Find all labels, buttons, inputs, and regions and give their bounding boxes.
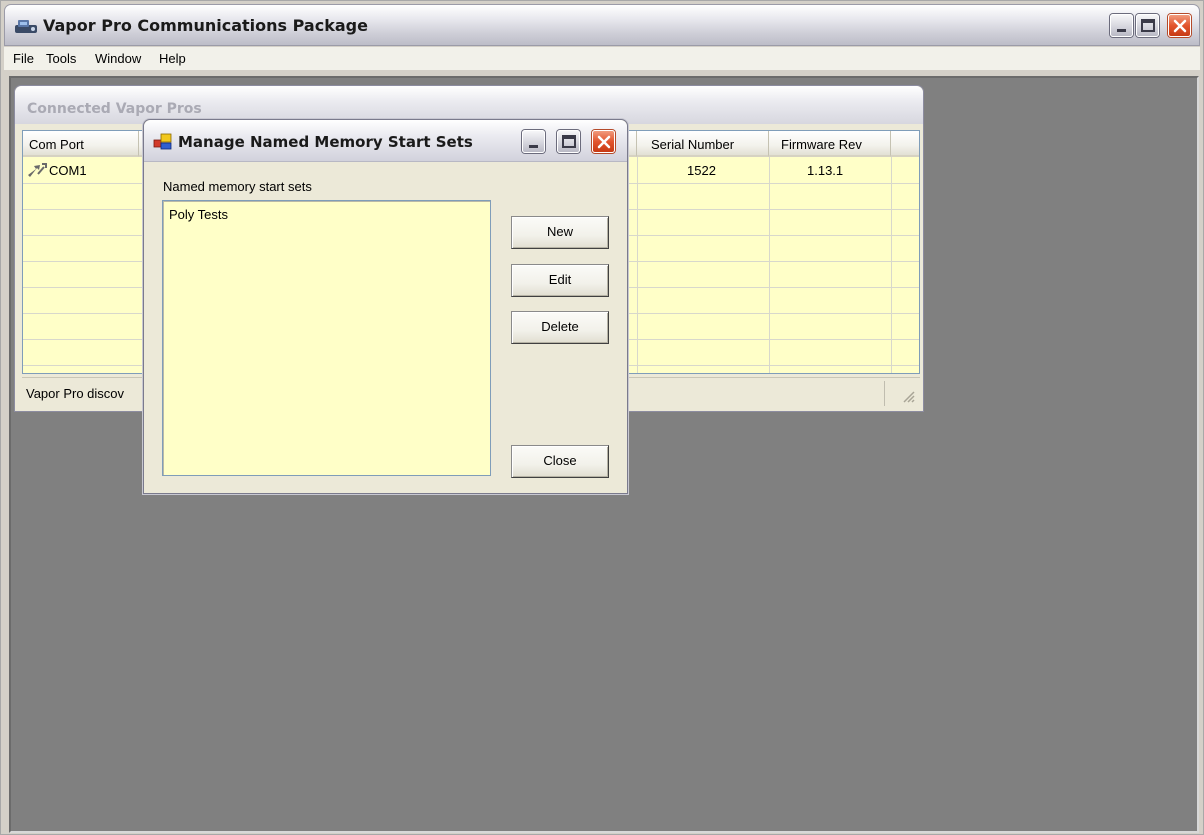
grid-column-divider bbox=[769, 157, 770, 373]
dialog-maximize-button[interactable] bbox=[557, 130, 580, 153]
maximize-icon bbox=[1141, 19, 1155, 32]
minimize-icon bbox=[1117, 29, 1126, 32]
close-icon bbox=[597, 135, 611, 149]
com-port-cell: COM1 bbox=[49, 163, 87, 178]
menu-file[interactable]: File bbox=[13, 51, 34, 66]
maximize-icon bbox=[562, 135, 576, 148]
close-button[interactable] bbox=[1168, 14, 1191, 37]
minimize-button[interactable] bbox=[1110, 14, 1133, 37]
menu-window[interactable]: Window bbox=[95, 51, 141, 66]
new-button[interactable]: New bbox=[511, 216, 609, 249]
close-dialog-button[interactable]: Close bbox=[511, 445, 609, 478]
main-titlebar[interactable]: Vapor Pro Communications Package bbox=[4, 4, 1200, 46]
connection-icon bbox=[26, 161, 48, 182]
column-header-serial-number[interactable]: Serial Number bbox=[637, 131, 769, 157]
start-sets-label: Named memory start sets bbox=[163, 179, 312, 194]
edit-button[interactable]: Edit bbox=[511, 264, 609, 297]
status-panel bbox=[884, 381, 918, 406]
connected-window-title: Connected Vapor Pros bbox=[27, 101, 202, 117]
column-header-filler bbox=[891, 131, 919, 157]
close-icon bbox=[1173, 19, 1187, 33]
app-window: Vapor Pro Communications Package File To… bbox=[0, 0, 1204, 835]
firmware-rev-cell: 1.13.1 bbox=[807, 163, 844, 178]
manage-start-sets-dialog: Manage Named Memory Start Sets Named mem… bbox=[143, 119, 628, 494]
grid-column-divider bbox=[637, 157, 638, 373]
menubar: File Tools Window Help bbox=[4, 47, 1200, 71]
dialog-titlebar[interactable]: Manage Named Memory Start Sets bbox=[144, 120, 627, 162]
status-text: Vapor Pro discov bbox=[26, 386, 125, 401]
maximize-button[interactable] bbox=[1136, 14, 1159, 37]
dialog-app-icon bbox=[153, 133, 172, 150]
column-header-firmware-rev[interactable]: Firmware Rev bbox=[769, 131, 891, 157]
minimize-icon bbox=[529, 145, 538, 148]
dialog-body: Named memory start sets Poly Tests New E… bbox=[148, 163, 623, 491]
dialog-close-button[interactable] bbox=[592, 130, 615, 153]
menu-tools[interactable]: Tools bbox=[46, 51, 76, 66]
menu-help[interactable]: Help bbox=[159, 51, 186, 66]
list-item[interactable]: Poly Tests bbox=[169, 207, 228, 222]
grid-column-divider bbox=[891, 157, 892, 373]
serial-number-cell: 1522 bbox=[687, 163, 716, 178]
delete-button[interactable]: Delete bbox=[511, 311, 609, 344]
dialog-minimize-button[interactable] bbox=[522, 130, 545, 153]
app-title: Vapor Pro Communications Package bbox=[43, 16, 368, 35]
dialog-title: Manage Named Memory Start Sets bbox=[178, 133, 473, 151]
column-header-com-port[interactable]: Com Port bbox=[23, 131, 139, 157]
start-sets-listbox[interactable]: Poly Tests bbox=[162, 200, 491, 476]
resize-grip-icon[interactable] bbox=[901, 389, 915, 403]
app-device-icon bbox=[14, 17, 38, 35]
